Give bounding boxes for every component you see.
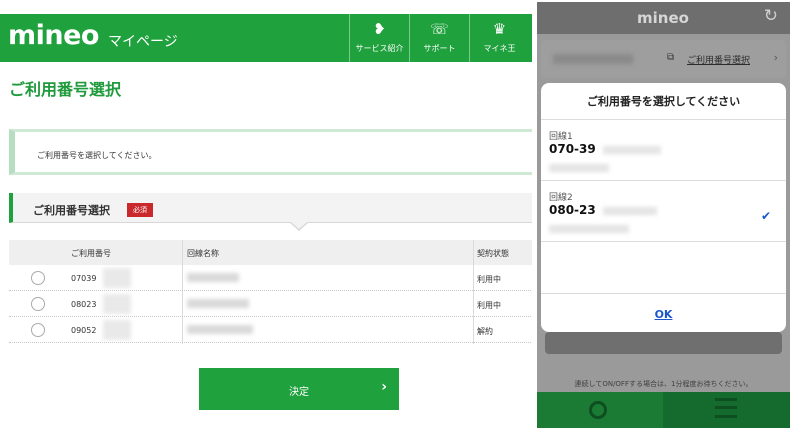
nav-service-label: サービス紹介 bbox=[355, 44, 404, 53]
redacted-line-name bbox=[187, 273, 239, 282]
mypage-label: マイページ bbox=[108, 34, 178, 50]
dimmed-toggle-button bbox=[545, 332, 782, 354]
chat-icon: ☏ bbox=[430, 20, 449, 38]
nav-support-button[interactable]: ☏ サポート bbox=[409, 14, 469, 62]
nav-mineo-king-label: マイネ王 bbox=[483, 44, 516, 53]
redacted-number bbox=[603, 146, 661, 154]
menu-icon-bar bbox=[715, 406, 737, 409]
divider bbox=[541, 241, 786, 242]
nav-service-button[interactable]: ❥ サービス紹介 bbox=[349, 14, 409, 62]
section-pointer-inner bbox=[291, 222, 307, 229]
divider bbox=[541, 180, 786, 181]
row-radio[interactable] bbox=[31, 323, 45, 337]
redacted-line-name bbox=[187, 299, 249, 308]
row-number: 07039 bbox=[71, 274, 97, 283]
mobile-view: mineo ↻ ⧉ ご利用番号選択 › 連続してON/OFFする場合は、1分程度… bbox=[537, 2, 790, 428]
redacted-number bbox=[103, 320, 131, 340]
table-header: ご利用番号 回線名称 契約状態 bbox=[9, 240, 532, 265]
option-number: 070-39 bbox=[549, 142, 596, 156]
redacted-number bbox=[603, 207, 657, 215]
notice-box: ご利用番号を選択してください。 bbox=[9, 129, 532, 175]
col-header-status: 契約状態 bbox=[477, 249, 509, 258]
page-title: ご利用番号選択 bbox=[9, 80, 122, 99]
toggle-note: 連続してON/OFFする場合は、1分程度お待ちください。 bbox=[574, 380, 753, 388]
section-header: ご利用番号選択 必須 bbox=[9, 193, 532, 223]
mineo-logo[interactable]: mineo bbox=[8, 20, 99, 51]
required-badge: 必須 bbox=[127, 203, 153, 217]
option-label: 回線2 bbox=[549, 193, 573, 203]
col-header-number: ご利用番号 bbox=[71, 249, 111, 258]
redacted-number bbox=[103, 294, 131, 314]
redacted-number bbox=[553, 54, 633, 64]
redacted-line-name bbox=[549, 164, 609, 172]
col-header-line-name: 回線名称 bbox=[187, 249, 219, 258]
row-radio[interactable] bbox=[31, 297, 45, 311]
redacted-line-name bbox=[549, 225, 629, 233]
row-status: 解約 bbox=[477, 327, 493, 336]
table-row[interactable]: 09052 解約 bbox=[9, 317, 532, 343]
row-radio[interactable] bbox=[31, 271, 45, 285]
switch-icon: ⧉ bbox=[667, 52, 675, 63]
chevron-right-icon: › bbox=[773, 51, 778, 64]
home-icon bbox=[589, 401, 607, 419]
bottom-tab-bar bbox=[537, 392, 790, 428]
site-header: mineo マイページ ❥ サービス紹介 ☏ サポート ♛ マイネ王 bbox=[0, 14, 532, 62]
select-number-dialog: ご利用番号を選択してください 回線1 070-39 回線2 080-23 ✔ O… bbox=[541, 83, 786, 332]
ok-button[interactable]: OK bbox=[541, 308, 786, 321]
row-status: 利用中 bbox=[477, 275, 501, 284]
row-number: 08023 bbox=[71, 300, 97, 309]
chevron-right-icon: › bbox=[381, 379, 387, 395]
table-row[interactable]: 07039 利用中 bbox=[9, 265, 532, 291]
mobile-header: mineo ↻ bbox=[537, 2, 790, 34]
row-status: 利用中 bbox=[477, 301, 501, 310]
option-number: 080-23 bbox=[549, 203, 596, 217]
checkmark-icon: ✔ bbox=[761, 209, 772, 223]
divider bbox=[541, 119, 786, 120]
notice-text: ご利用番号を選択してください。 bbox=[37, 151, 157, 160]
section-title: ご利用番号選択 bbox=[33, 204, 110, 217]
option-label: 回線1 bbox=[549, 132, 573, 142]
select-number-link[interactable]: ご利用番号選択 bbox=[687, 53, 750, 66]
redacted-line-name bbox=[187, 325, 253, 334]
submit-label: 決定 bbox=[289, 387, 309, 398]
row-number: 09052 bbox=[71, 326, 97, 335]
refresh-icon[interactable]: ↻ bbox=[764, 6, 778, 26]
screenshot-root: mineo マイページ ❥ サービス紹介 ☏ サポート ♛ マイネ王 ご利用番号… bbox=[0, 0, 794, 428]
divider bbox=[541, 293, 786, 294]
nav-support-label: サポート bbox=[423, 44, 456, 53]
mineo-logo: mineo bbox=[637, 9, 689, 27]
nav-mineo-king-button[interactable]: ♛ マイネ王 bbox=[469, 14, 529, 62]
dialog-title: ご利用番号を選択してください bbox=[586, 95, 741, 108]
desktop-view: mineo マイページ ❥ サービス紹介 ☏ サポート ♛ マイネ王 ご利用番号… bbox=[0, 0, 532, 428]
redacted-number bbox=[103, 268, 131, 288]
current-line-card[interactable]: ⧉ ご利用番号選択 › bbox=[541, 40, 786, 78]
crown-icon: ♛ bbox=[492, 20, 507, 38]
heart-leaf-icon: ❥ bbox=[373, 20, 386, 38]
table-row[interactable]: 08023 利用中 bbox=[9, 291, 532, 317]
submit-button[interactable]: 決定 › bbox=[199, 368, 399, 410]
